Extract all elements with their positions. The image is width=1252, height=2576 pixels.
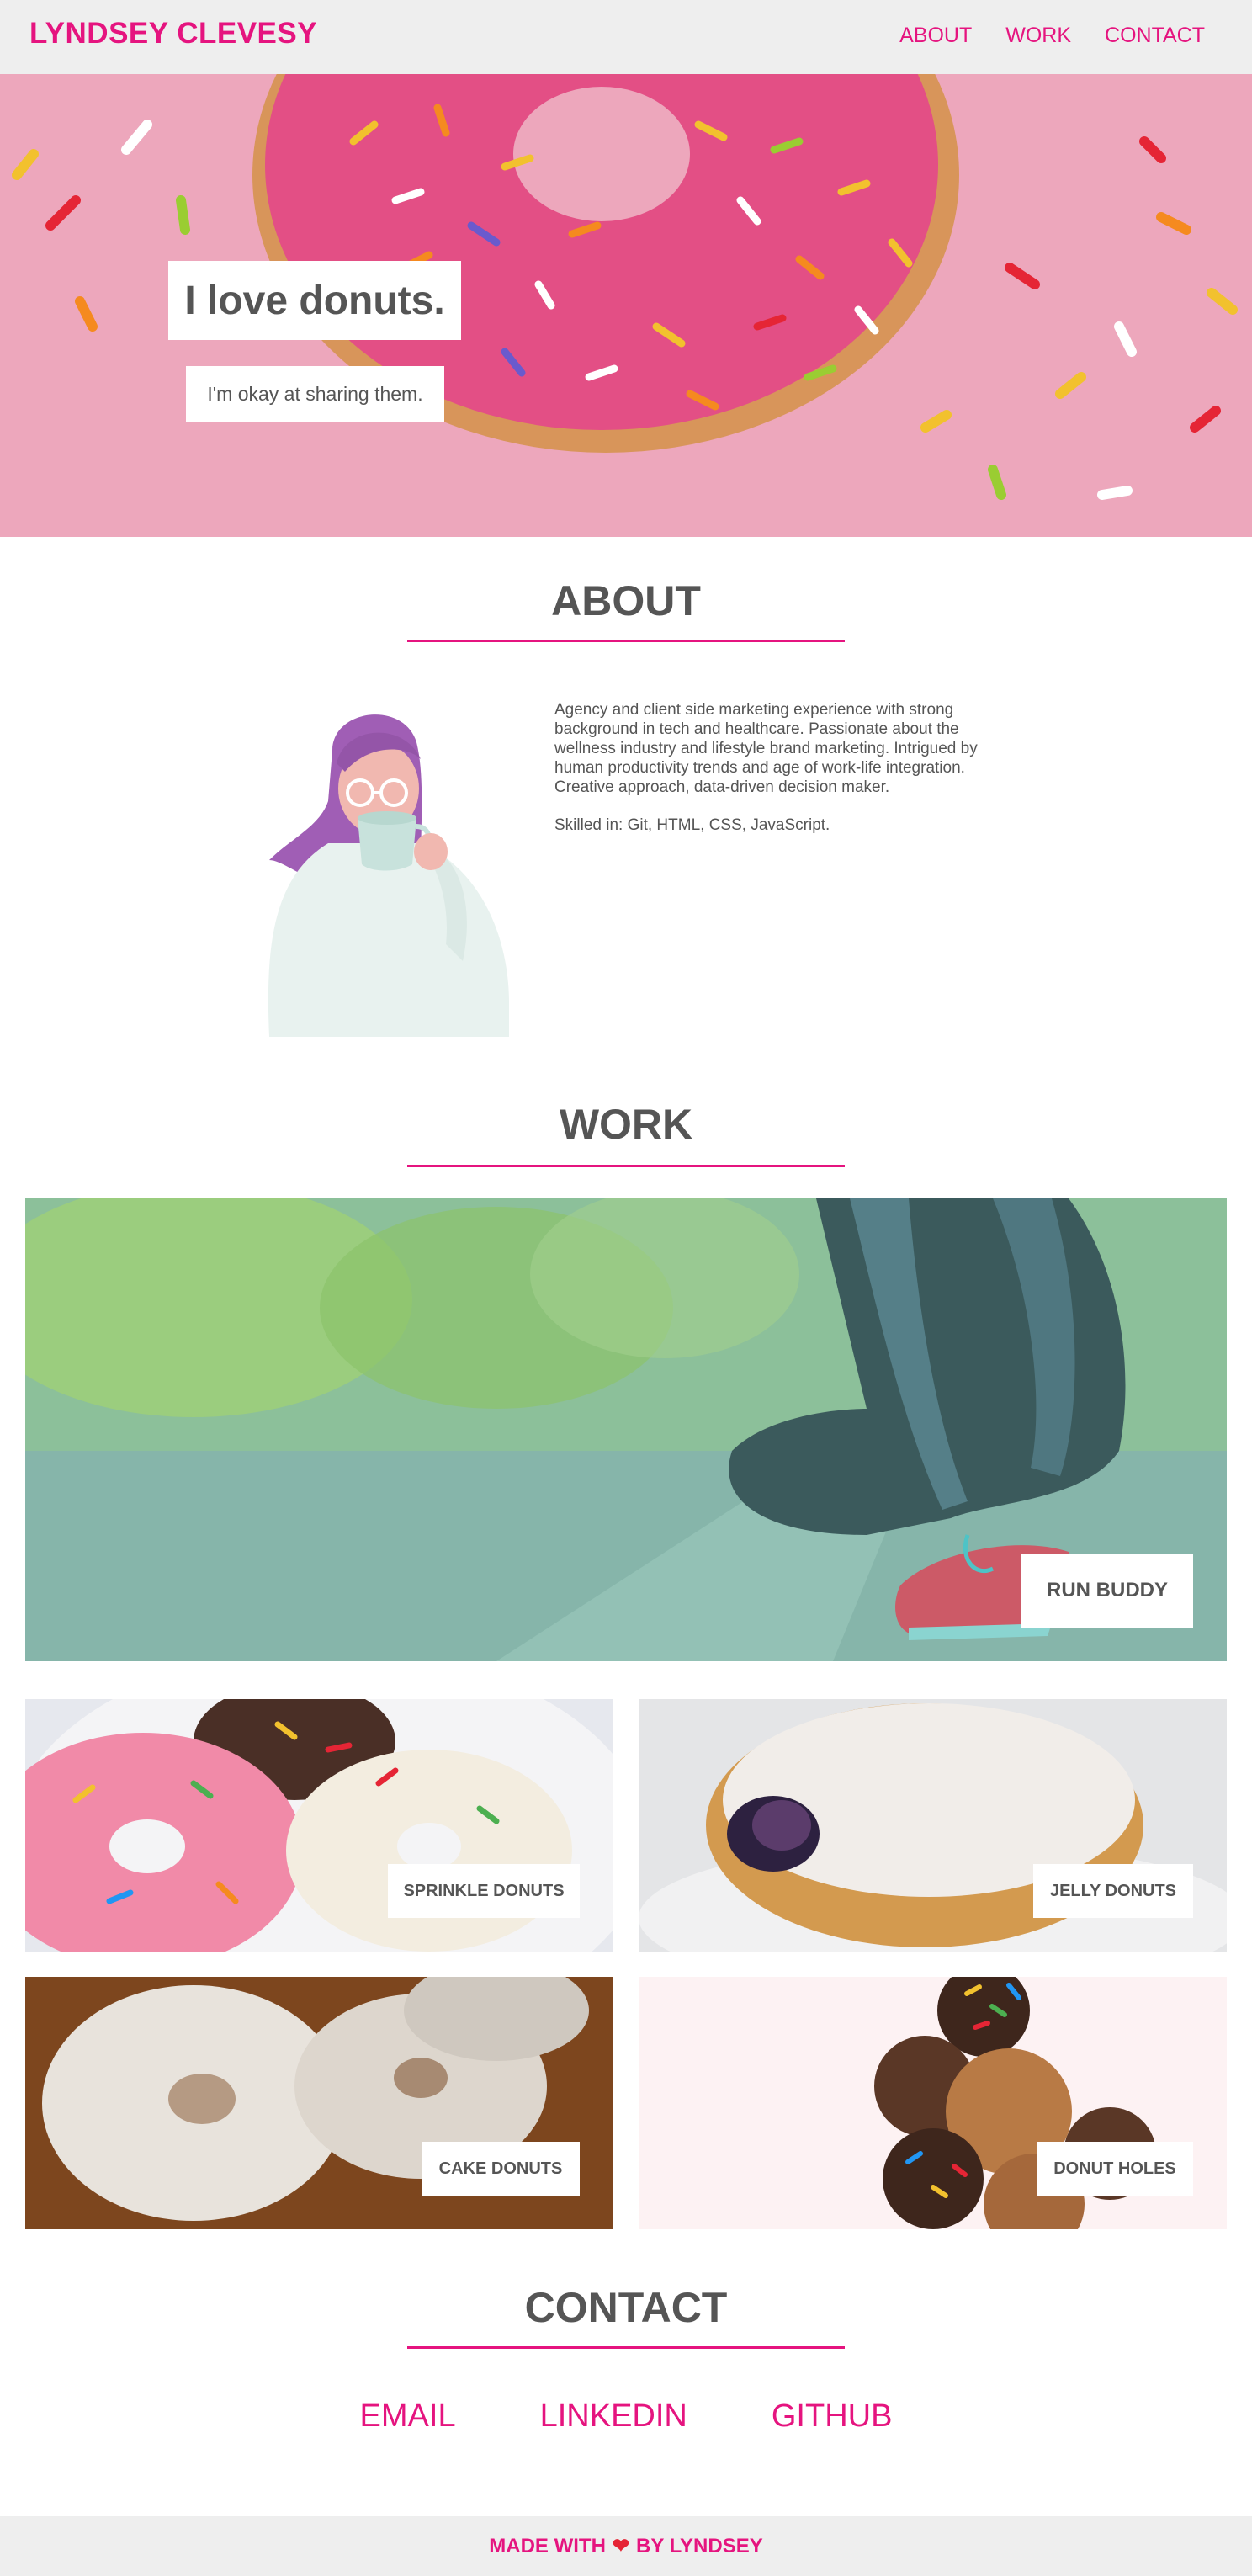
site-brand[interactable]: LYNDSEY CLEVESY: [29, 17, 317, 50]
site-footer: MADE WITH ❤ BY LYNDSEY: [0, 2516, 1252, 2576]
project-card-run-buddy[interactable]: RUN BUDDY: [25, 1198, 1227, 1661]
main-nav: ABOUT WORK CONTACT: [899, 24, 1205, 48]
about-paragraph-skills: Skilled in: Git, HTML, CSS, JavaScript.: [554, 816, 830, 834]
project-label-run-buddy[interactable]: RUN BUDDY: [1021, 1554, 1193, 1628]
nav-link-about[interactable]: ABOUT: [899, 24, 972, 48]
footer-text-before: MADE WITH: [489, 2534, 606, 2557]
work-heading: WORK: [559, 1101, 693, 1148]
hero-banner: I love donuts. I'm okay at sharing them.: [0, 74, 1252, 537]
project-card-cake-donuts[interactable]: CAKE DONUTS: [25, 1977, 613, 2229]
about-heading: ABOUT: [551, 577, 701, 624]
about-text: Agency and client side marketing experie…: [554, 700, 1009, 835]
hero-subtitle: I'm okay at sharing them.: [186, 366, 444, 422]
work-divider: [407, 1165, 845, 1167]
contact-divider: [407, 2346, 845, 2349]
contact-heading: CONTACT: [524, 2284, 728, 2331]
site-header: LYNDSEY CLEVESY ABOUT WORK CONTACT: [0, 0, 1252, 74]
heart-icon: ❤: [612, 2535, 630, 2557]
contact-link-github[interactable]: GITHUB: [772, 2398, 893, 2435]
contact-link-linkedin[interactable]: LINKEDIN: [540, 2398, 687, 2435]
project-label-sprinkle-donuts[interactable]: SPRINKLE DONUTS: [388, 1864, 580, 1918]
about-divider: [407, 640, 845, 642]
nav-link-contact[interactable]: CONTACT: [1105, 24, 1205, 48]
about-paragraph-bio: Agency and client side marketing experie…: [554, 701, 978, 796]
nav-link-work[interactable]: WORK: [1005, 24, 1071, 48]
project-card-sprinkle-donuts[interactable]: SPRINKLE DONUTS: [25, 1699, 613, 1952]
profile-illustration: [268, 714, 509, 1037]
footer-text-after: BY LYNDSEY: [636, 2534, 763, 2557]
project-card-jelly-donuts[interactable]: JELLY DONUTS: [639, 1699, 1227, 1952]
project-label-donut-holes[interactable]: DONUT HOLES: [1037, 2142, 1193, 2196]
project-label-cake-donuts[interactable]: CAKE DONUTS: [422, 2142, 580, 2196]
hero-title: I love donuts.: [168, 261, 461, 340]
contact-link-email[interactable]: EMAIL: [360, 2398, 456, 2435]
project-label-jelly-donuts[interactable]: JELLY DONUTS: [1033, 1864, 1193, 1918]
project-card-donut-holes[interactable]: DONUT HOLES: [639, 1977, 1227, 2229]
contact-links: EMAIL LINKEDIN GITHUB: [0, 2398, 1252, 2435]
